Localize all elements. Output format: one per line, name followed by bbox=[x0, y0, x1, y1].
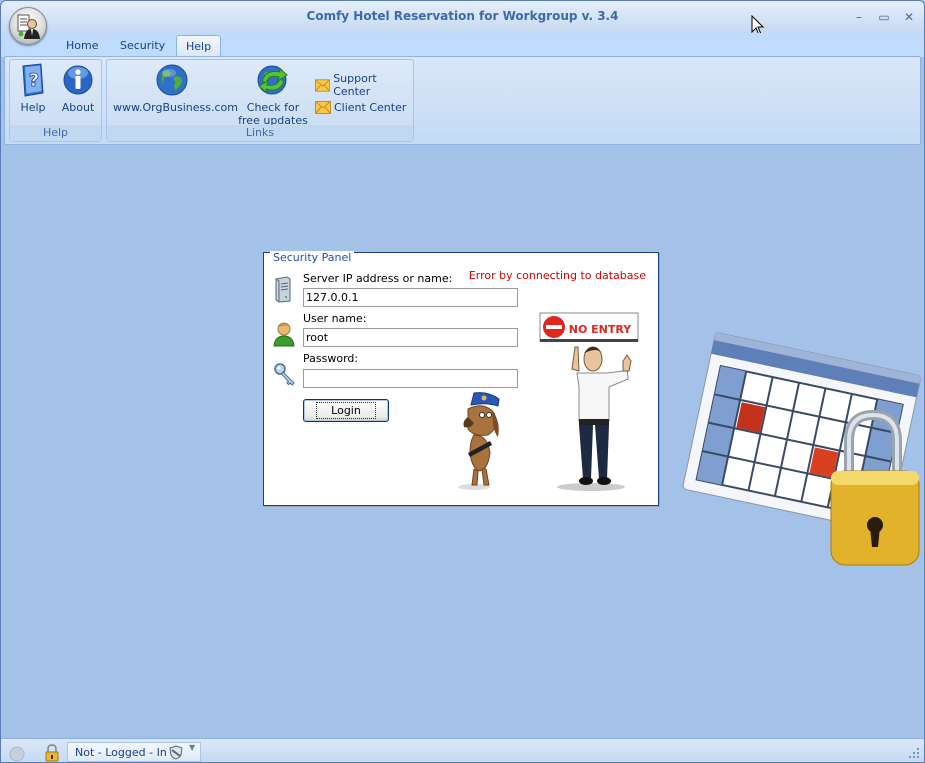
password-input[interactable] bbox=[303, 369, 518, 388]
app-window: Comfy Hotel Reservation for Workgroup v.… bbox=[0, 0, 925, 763]
ribbon-panel: ? Help About Help www.OrgBusiness.com Ch… bbox=[4, 56, 921, 145]
ribbon-tab-strip: Home Security Help bbox=[1, 33, 924, 57]
title-bar: Comfy Hotel Reservation for Workgroup v.… bbox=[1, 1, 924, 33]
resize-grip-icon[interactable] bbox=[908, 747, 920, 759]
user-icon bbox=[273, 322, 295, 347]
shield-icon bbox=[169, 745, 183, 760]
envelope-icon bbox=[315, 101, 331, 114]
client-center-button[interactable]: Client Center bbox=[315, 101, 406, 114]
application-menu-button[interactable] bbox=[9, 7, 47, 45]
security-panel: Security Panel Error by connecting to da… bbox=[263, 251, 659, 506]
about-button[interactable]: About bbox=[58, 63, 98, 114]
server-input[interactable] bbox=[303, 288, 518, 307]
ribbon-group-links-label: Links bbox=[107, 125, 413, 141]
maximize-button[interactable]: ▭ bbox=[874, 9, 894, 25]
orgbusiness-link-button[interactable]: www.OrgBusiness.com bbox=[113, 63, 238, 114]
orgbusiness-label: www.OrgBusiness.com bbox=[113, 101, 238, 114]
check-updates-label-line1: Check for bbox=[246, 101, 300, 114]
username-input[interactable] bbox=[303, 328, 518, 347]
info-icon bbox=[63, 65, 93, 95]
support-center-label: Support Center bbox=[333, 72, 377, 98]
support-center-button[interactable]: Support Center bbox=[315, 72, 413, 98]
no-entry-man-illustration: NO ENTRY bbox=[539, 312, 639, 491]
login-button-label: Login bbox=[316, 402, 376, 419]
svg-text:?: ? bbox=[29, 70, 39, 91]
calendar-lock-illustration bbox=[682, 332, 922, 566]
police-dog-illustration bbox=[458, 392, 500, 490]
chevron-down-icon: ▼ bbox=[189, 743, 196, 752]
login-status-text: Not - Logged - In bbox=[75, 746, 167, 759]
user-document-icon bbox=[17, 14, 40, 39]
key-icon bbox=[274, 363, 295, 386]
client-center-label: Client Center bbox=[334, 101, 407, 114]
close-button[interactable]: ✕ bbox=[899, 9, 919, 25]
connection-status-icon bbox=[9, 746, 25, 762]
about-button-label: About bbox=[61, 101, 95, 114]
ribbon-group-help-label: Help bbox=[10, 125, 101, 141]
help-button-label: Help bbox=[20, 101, 46, 114]
login-status-dropdown[interactable]: Not - Logged - In ▼ bbox=[67, 742, 201, 762]
padlock-icon[interactable] bbox=[45, 743, 59, 763]
tab-help[interactable]: Help bbox=[176, 35, 222, 57]
help-book-icon: ? bbox=[22, 63, 44, 97]
username-label: User name: bbox=[303, 312, 367, 325]
server-icon bbox=[275, 276, 291, 303]
globe-icon bbox=[156, 64, 188, 96]
window-title: Comfy Hotel Reservation for Workgroup v.… bbox=[306, 9, 619, 23]
ribbon-group-help: ? Help About Help bbox=[9, 59, 102, 142]
globe-update-icon bbox=[257, 65, 288, 95]
minimize-button[interactable]: – bbox=[849, 9, 869, 25]
error-message: Error by connecting to database bbox=[468, 269, 646, 282]
ribbon-group-links: www.OrgBusiness.com Check for free updat… bbox=[106, 59, 414, 142]
envelope-icon bbox=[315, 78, 331, 92]
tab-security[interactable]: Security bbox=[111, 35, 174, 57]
login-button[interactable]: Login bbox=[303, 399, 389, 422]
check-updates-button[interactable]: Check for free updates bbox=[238, 63, 308, 127]
status-bar: Not - Logged - In ▼ bbox=[1, 738, 924, 763]
password-label: Password: bbox=[303, 352, 359, 365]
no-entry-sign-text: NO ENTRY bbox=[569, 323, 632, 336]
security-panel-legend: Security Panel bbox=[270, 251, 355, 264]
tab-home[interactable]: Home bbox=[57, 35, 107, 57]
help-button[interactable]: ? Help bbox=[13, 63, 53, 114]
server-label: Server IP address or name: bbox=[303, 272, 453, 285]
